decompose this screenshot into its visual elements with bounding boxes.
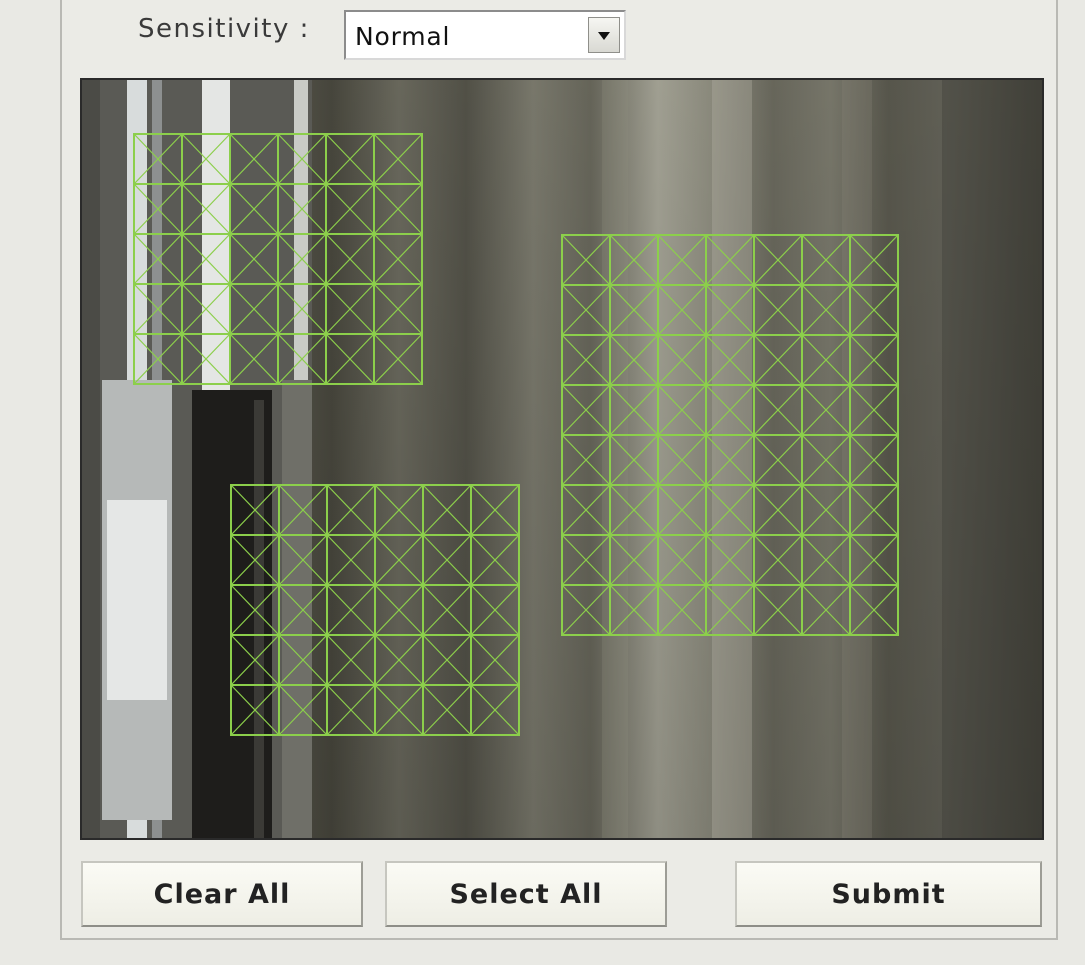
chevron-down-icon[interactable] <box>588 17 620 53</box>
sensitivity-label: Sensitivity : <box>138 14 310 44</box>
select-all-button[interactable]: Select All <box>385 861 667 927</box>
sensitivity-selected-value: Normal <box>355 22 451 51</box>
camera-preview[interactable] <box>80 78 1044 840</box>
submit-button[interactable]: Submit <box>735 861 1042 927</box>
clear-all-button[interactable]: Clear All <box>81 861 363 927</box>
sensitivity-select[interactable]: Normal <box>344 10 626 60</box>
camera-image <box>82 80 1042 838</box>
